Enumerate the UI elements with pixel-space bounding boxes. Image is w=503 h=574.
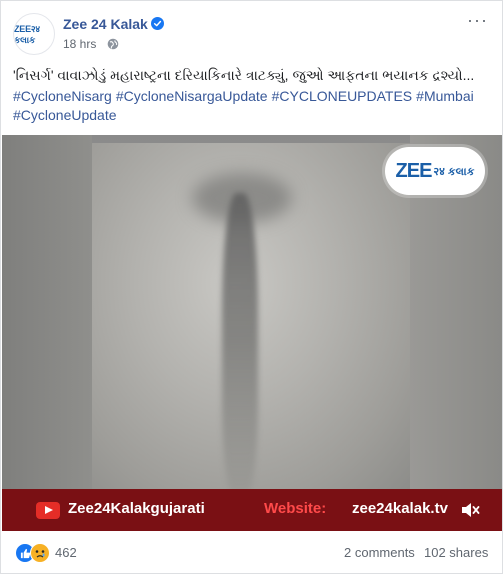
hashtag-link[interactable]: #CycloneNisargaUpdate bbox=[116, 88, 268, 104]
avatar-logo: ZEE२४ કલાક bbox=[14, 24, 40, 45]
website-url: zee24kalak.tv bbox=[352, 500, 448, 517]
post-card: ZEE२४ કલાક Zee 24 Kalak 18 hrs ··· 'નિસર… bbox=[0, 0, 503, 574]
post-timestamp[interactable]: 18 hrs bbox=[63, 37, 96, 51]
website-label: Website: bbox=[264, 500, 327, 517]
channel-watermark-logo: ZEE २४ કલાક bbox=[385, 147, 485, 195]
youtube-handle: Zee24Kalakgujarati bbox=[68, 500, 205, 517]
globe-icon bbox=[107, 38, 119, 50]
reaction-count[interactable]: 462 bbox=[55, 545, 77, 560]
reaction-icons[interactable] bbox=[15, 543, 55, 563]
waterspout-funnel bbox=[222, 193, 258, 493]
page-avatar[interactable]: ZEE२४ કલાક bbox=[13, 13, 55, 55]
video-frame bbox=[92, 143, 410, 493]
video-player[interactable]: ZEE २४ કલાક Zee24Kalakgujarati Website: … bbox=[2, 135, 502, 531]
watermark-sub: २४ કલાક bbox=[433, 165, 475, 178]
hashtag-link[interactable]: #CycloneUpdate bbox=[13, 107, 117, 123]
comments-count-link[interactable]: 2 comments bbox=[344, 545, 415, 560]
video-letterbox-left bbox=[2, 135, 92, 531]
shares-count-link[interactable]: 102 shares bbox=[424, 545, 488, 560]
hashtag-link[interactable]: #CycloneNisarg bbox=[13, 88, 112, 104]
verified-badge-icon bbox=[151, 17, 164, 30]
hashtag-list: #CycloneNisarg #CycloneNisargaUpdate #CYCL… bbox=[13, 87, 491, 125]
more-options-button[interactable]: ··· bbox=[467, 11, 488, 29]
watermark-zee: ZEE bbox=[395, 159, 433, 182]
hashtag-link[interactable]: #CYCLONEUPDATES bbox=[272, 88, 413, 104]
hashtag-link[interactable]: #Mumbai bbox=[416, 88, 474, 104]
page-name-link[interactable]: Zee 24 Kalak bbox=[63, 16, 148, 32]
sad-icon bbox=[30, 543, 50, 563]
post-footer: 462 2 comments 102 shares bbox=[1, 531, 502, 573]
mute-speaker-icon[interactable] bbox=[460, 501, 480, 519]
video-banner: Zee24Kalakgujarati Website: zee24kalak.t… bbox=[2, 489, 502, 531]
youtube-icon bbox=[36, 502, 60, 519]
post-caption: 'નિસર્ગ' વાવાઝોડું મહારાષ્ટ્રના દરિયાકિન… bbox=[13, 67, 475, 83]
